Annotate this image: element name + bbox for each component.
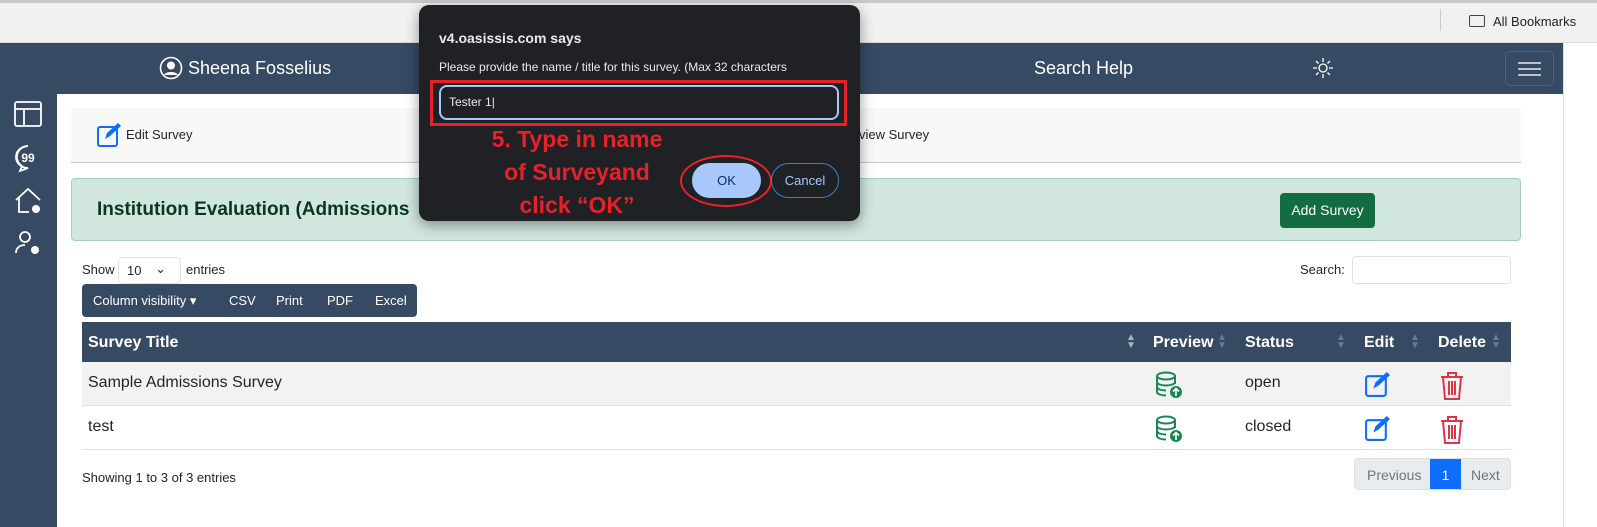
previous-button[interactable]: Previous: [1367, 467, 1421, 483]
trash-icon[interactable]: [1439, 415, 1465, 445]
database-upload-icon[interactable]: [1155, 415, 1183, 443]
card-title: Institution Evaluation (Admissions: [97, 199, 410, 220]
sort-icon[interactable]: ▲ ▼: [1491, 333, 1501, 351]
pdf-button[interactable]: PDF: [327, 293, 353, 308]
next-button[interactable]: Next: [1471, 467, 1500, 483]
csv-button[interactable]: CSV: [229, 293, 256, 308]
scrollbar[interactable]: [1563, 43, 1597, 527]
column-visibility-button[interactable]: Column visibility ▾: [93, 293, 196, 309]
print-button[interactable]: Print: [276, 293, 303, 308]
sun-icon[interactable]: [1312, 57, 1334, 79]
sort-icon[interactable]: ▲ ▼: [1410, 333, 1420, 351]
chevron-down-icon: ⌄: [155, 261, 166, 276]
table-row: test closed: [82, 406, 1511, 450]
pagination: Previous 1 Next: [1354, 458, 1511, 490]
svg-text:99: 99: [21, 151, 35, 165]
search-input[interactable]: [1352, 256, 1511, 284]
prompt-dialog: v4.oasissis.com says Please provide the …: [419, 5, 860, 221]
table-header: Survey Title ▲ ▼ Preview ▲ ▼ Status ▲ ▼ Edi…: [82, 322, 1511, 362]
entries-select[interactable]: 10 ⌄: [118, 257, 181, 284]
header-delete[interactable]: Delete: [1438, 334, 1486, 352]
header-status[interactable]: Status: [1245, 334, 1294, 352]
all-bookmarks[interactable]: All Bookmarks: [1493, 14, 1576, 29]
edit-icon[interactable]: [1364, 371, 1391, 398]
status: open: [1245, 374, 1281, 391]
annotation-line: click “OK”: [519, 192, 635, 218]
home-gear-icon[interactable]: [13, 186, 43, 216]
annotation-text: 5. Type in name of Surveyand click “OK”: [459, 123, 695, 222]
table-info: Showing 1 to 3 of 3 entries: [82, 470, 236, 485]
annotation-line: of Surveyand: [504, 159, 650, 185]
survey-title: test: [88, 418, 114, 435]
header-survey-title[interactable]: Survey Title: [88, 334, 178, 352]
dialog-message: Please provide the name / title for this…: [439, 60, 787, 74]
entries-value: 10: [127, 263, 142, 278]
table-row: Sample Admissions Survey open: [82, 362, 1511, 406]
add-survey-button[interactable]: Add Survey: [1280, 193, 1375, 228]
page-1-button[interactable]: 1: [1430, 459, 1461, 489]
survey-title: Sample Admissions Survey: [88, 374, 282, 391]
dialog-origin: v4.oasissis.com says: [439, 30, 582, 46]
show-label: Show: [82, 262, 115, 277]
export-button-group: Column visibility ▾ CSV Print PDF Excel: [82, 284, 417, 317]
edit-icon[interactable]: [1364, 415, 1391, 442]
status: closed: [1245, 418, 1292, 435]
preview-survey-link[interactable]: view Survey: [859, 127, 929, 142]
annotation-line: 5. Type in name: [491, 126, 663, 152]
database-upload-icon[interactable]: [1155, 371, 1183, 399]
edit-survey-link[interactable]: Edit Survey: [126, 127, 192, 142]
hamburger-icon: [1518, 62, 1541, 76]
header-edit[interactable]: Edit: [1364, 334, 1394, 352]
divider: [1440, 9, 1441, 31]
trash-icon[interactable]: [1439, 371, 1465, 401]
sidebar: 99: [0, 94, 57, 527]
user-circle-icon: [159, 56, 183, 80]
search-label: Search:: [1300, 262, 1345, 277]
sort-icon[interactable]: ▲ ▼: [1217, 333, 1227, 351]
layout-icon[interactable]: [13, 99, 43, 129]
header-preview[interactable]: Preview: [1153, 334, 1213, 352]
highlight-circle: [680, 155, 772, 207]
sort-icon[interactable]: ▲ ▼: [1336, 333, 1346, 351]
cancel-button[interactable]: Cancel: [771, 163, 839, 198]
quote-chat-icon[interactable]: 99: [13, 143, 43, 173]
highlight-box: [430, 80, 847, 126]
entries-label: entries: [186, 262, 226, 277]
search-help-link[interactable]: Search Help: [1034, 58, 1133, 79]
menu-toggle-button[interactable]: [1505, 51, 1554, 86]
excel-button[interactable]: Excel: [375, 293, 407, 308]
user-gear-icon[interactable]: [13, 228, 43, 258]
user-name[interactable]: Sheena Fosselius: [188, 58, 331, 79]
edit-icon: [97, 123, 121, 147]
folder-icon: [1469, 15, 1485, 27]
sort-asc-icon[interactable]: ▲ ▼: [1126, 333, 1136, 351]
